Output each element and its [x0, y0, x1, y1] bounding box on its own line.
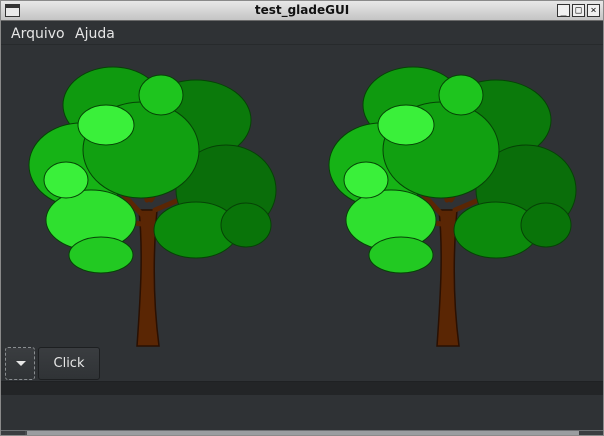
app-window: test_gladeGUI _ □ × Arquivo Ajuda Click: [0, 0, 604, 436]
close-button[interactable]: ×: [587, 4, 600, 17]
status-bar: [1, 381, 603, 395]
horizontal-scrollbar[interactable]: [1, 430, 603, 435]
tree-image-right: [328, 66, 577, 347]
menu-bar: Arquivo Ajuda: [1, 22, 603, 45]
scroll-left-handle[interactable]: [1, 431, 25, 435]
menu-arquivo[interactable]: Arquivo: [9, 25, 67, 43]
title-bar[interactable]: test_gladeGUI _ □ ×: [1, 1, 603, 21]
scroll-thumb[interactable]: [27, 431, 579, 435]
minimize-button[interactable]: _: [557, 4, 570, 17]
window-title: test_gladeGUI: [254, 3, 350, 17]
click-button[interactable]: Click: [38, 347, 100, 380]
tree-image-left: [28, 66, 277, 347]
dropdown-button[interactable]: [5, 347, 35, 380]
maximize-button[interactable]: □: [572, 4, 585, 17]
bottom-panel: [1, 395, 603, 431]
scroll-right-handle[interactable]: [579, 431, 603, 435]
menu-ajuda[interactable]: Ajuda: [73, 25, 117, 43]
chevron-down-icon: [16, 361, 26, 366]
image-area: [1, 46, 603, 347]
